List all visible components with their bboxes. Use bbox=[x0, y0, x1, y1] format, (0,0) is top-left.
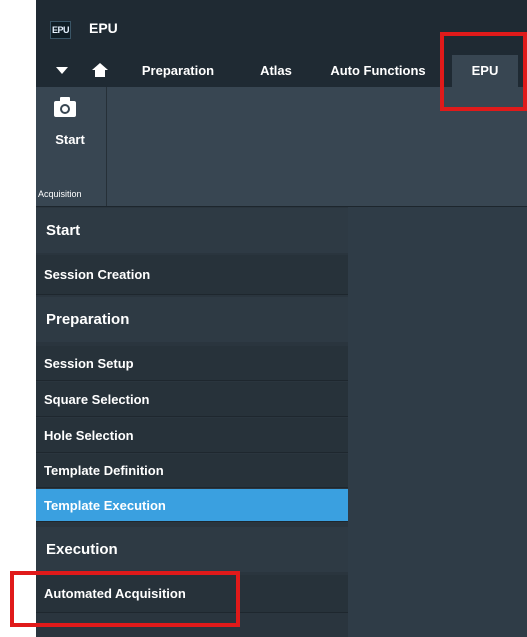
start-button-label: Start bbox=[55, 132, 85, 147]
step-session-creation[interactable]: Session Creation bbox=[36, 255, 348, 295]
highlight-automated-acquisition bbox=[10, 571, 240, 627]
section-preparation: Preparation bbox=[36, 297, 348, 342]
home-icon[interactable] bbox=[92, 63, 108, 77]
camera-icon bbox=[54, 97, 76, 117]
tab-auto-functions[interactable]: Auto Functions bbox=[318, 55, 438, 87]
tab-preparation[interactable]: Preparation bbox=[130, 55, 226, 87]
epu-logo: EPU bbox=[50, 21, 71, 39]
highlight-epu-tab bbox=[440, 32, 527, 111]
step-template-execution[interactable]: Template Execution bbox=[36, 489, 348, 522]
step-hole-selection[interactable]: Hole Selection bbox=[36, 418, 348, 453]
tab-atlas[interactable]: Atlas bbox=[251, 55, 301, 87]
step-square-selection[interactable]: Square Selection bbox=[36, 382, 348, 417]
main-content-area bbox=[348, 207, 527, 637]
app-title: EPU bbox=[89, 20, 118, 36]
section-execution: Execution bbox=[36, 527, 348, 572]
menu-caret-icon[interactable] bbox=[56, 67, 68, 74]
section-start: Start bbox=[36, 208, 348, 253]
step-template-definition[interactable]: Template Definition bbox=[36, 454, 348, 488]
ribbon-group-label: Acquisition bbox=[38, 189, 82, 199]
step-session-setup[interactable]: Session Setup bbox=[36, 346, 348, 381]
